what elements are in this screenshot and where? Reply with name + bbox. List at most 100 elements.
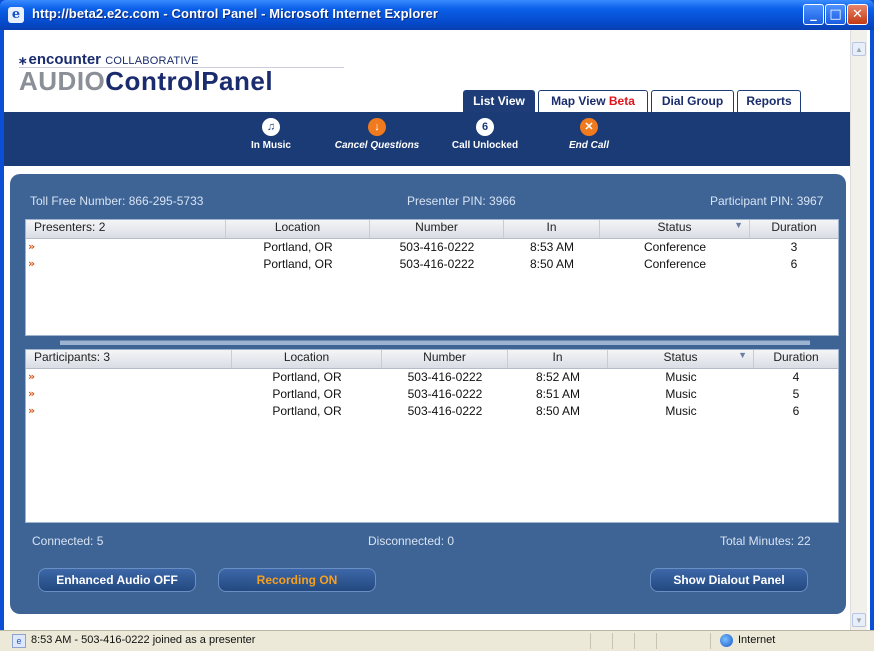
status-message: 8:53 AM - 503-416-0222 joined as a prese… — [31, 634, 256, 646]
status-separator — [590, 633, 591, 649]
table-row[interactable]: » Portland, OR 503-416-0222 8:50 AM Conf… — [26, 257, 838, 274]
row-number: 503-416-0222 — [407, 370, 483, 384]
row-in: 8:50 AM — [529, 257, 575, 271]
close-button[interactable]: ✕ — [847, 4, 868, 25]
in-music-button[interactable]: ♫ In Music — [243, 118, 299, 151]
title-bar: e http://beta2.e2c.com - Control Panel -… — [0, 0, 874, 30]
music-note-icon: ♫ — [262, 118, 280, 136]
call-toolbar: ♫ In Music ↓ Cancel Questions 6 Call Unl… — [4, 112, 850, 166]
row-location: Portland, OR — [263, 257, 333, 271]
globe-icon — [720, 634, 733, 647]
duration-header[interactable]: Duration — [750, 220, 838, 238]
status-separator — [710, 633, 711, 649]
expand-chevron-icon[interactable]: » — [28, 387, 35, 400]
presenters-table-header: Presenters: 2 Location Number In Status … — [26, 220, 838, 239]
cancel-questions-button[interactable]: ↓ Cancel Questions — [326, 118, 428, 151]
participants-table: Participants: 3 Location Number In Statu… — [25, 349, 839, 523]
total-minutes: Total Minutes: 22 — [720, 534, 811, 548]
call-unlocked-button[interactable]: 6 Call Unlocked — [442, 118, 528, 151]
cancel-questions-label: Cancel Questions — [334, 140, 420, 151]
status-header[interactable]: Status ▼ — [600, 220, 750, 238]
number-header[interactable]: Number — [382, 350, 508, 368]
status-bar: e 8:53 AM - 503-416-0222 joined as a pre… — [0, 630, 874, 651]
call-unlocked-label: Call Unlocked — [451, 140, 519, 151]
row-duration: 5 — [792, 387, 800, 401]
tab-map-view[interactable]: Map View Beta — [538, 90, 648, 112]
row-in: 8:52 AM — [535, 370, 581, 384]
scroll-down-icon[interactable]: ▼ — [852, 613, 866, 627]
duration-header[interactable]: Duration — [754, 350, 838, 368]
show-dialout-panel-button[interactable]: Show Dialout Panel — [650, 568, 808, 592]
browser-window: e http://beta2.e2c.com - Control Panel -… — [0, 0, 874, 651]
row-status: Music — [665, 387, 697, 401]
end-call-icon: ✕ — [580, 118, 598, 136]
maximize-button[interactable]: □ — [825, 4, 846, 25]
status-separator — [612, 633, 613, 649]
page-header: ⁎ encounter COLLABORATIVE AUDIOControlPan… — [4, 30, 850, 112]
row-status: Music — [665, 370, 697, 384]
number-header[interactable]: Number — [370, 220, 504, 238]
sort-down-icon: ▼ — [738, 350, 747, 360]
vertical-scrollbar[interactable]: ▲ ▼ — [850, 30, 867, 630]
status-header-label: Status — [663, 350, 698, 364]
tab-map-view-label: Map View — [551, 94, 606, 108]
presenter-pin: Presenter PIN: 3966 — [407, 194, 516, 208]
expand-chevron-icon[interactable]: » — [28, 404, 35, 417]
beta-badge: Beta — [608, 94, 635, 108]
minimize-button[interactable]: _ — [803, 4, 824, 25]
page-icon: e — [12, 634, 26, 648]
table-row[interactable]: » Portland, OR 503-416-0222 8:51 AM Musi… — [26, 387, 838, 404]
presenters-count-header[interactable]: Presenters: 2 — [26, 220, 226, 238]
scroll-up-icon[interactable]: ▲ — [852, 42, 866, 56]
row-location: Portland, OR — [272, 370, 342, 384]
end-call-label: End Call — [568, 140, 609, 151]
unlock-icon: 6 — [476, 118, 494, 136]
row-location: Portland, OR — [272, 404, 342, 418]
tab-list-view[interactable]: List View — [463, 90, 535, 112]
expand-chevron-icon[interactable]: » — [28, 370, 35, 383]
presenters-table: Presenters: 2 Location Number In Status … — [25, 219, 839, 336]
internet-explorer-icon: e — [8, 7, 24, 23]
tab-reports[interactable]: Reports — [737, 90, 801, 112]
status-separator — [656, 633, 657, 649]
row-number: 503-416-0222 — [399, 257, 475, 271]
row-number: 503-416-0222 — [399, 240, 475, 254]
table-row[interactable]: » Portland, OR 503-416-0222 8:53 AM Conf… — [26, 240, 838, 257]
enhanced-audio-button[interactable]: Enhanced Audio OFF — [38, 568, 196, 592]
row-location: Portland, OR — [263, 240, 333, 254]
row-number: 503-416-0222 — [407, 387, 483, 401]
expand-chevron-icon[interactable]: » — [28, 257, 35, 270]
security-zone: Internet — [738, 634, 776, 646]
row-duration: 6 — [790, 257, 798, 271]
row-status: Conference — [643, 257, 707, 271]
in-music-label: In Music — [250, 140, 291, 151]
product-title: AUDIOControlPanel — [19, 66, 273, 97]
tab-dial-group[interactable]: Dial Group — [651, 90, 734, 112]
row-status: Conference — [643, 240, 707, 254]
recording-button[interactable]: Recording ON — [218, 568, 376, 592]
location-header[interactable]: Location — [232, 350, 382, 368]
in-header[interactable]: In — [504, 220, 600, 238]
participant-pin: Participant PIN: 3967 — [710, 194, 824, 208]
status-header-label: Status — [657, 220, 692, 234]
end-call-button[interactable]: ✕ End Call — [559, 118, 619, 151]
row-duration: 3 — [790, 240, 798, 254]
conference-panel: Toll Free Number: 866-295-5733 Presenter… — [10, 174, 846, 614]
row-in: 8:50 AM — [535, 404, 581, 418]
product-title-audio: AUDIO — [19, 66, 106, 96]
table-row[interactable]: » Portland, OR 503-416-0222 8:52 AM Musi… — [26, 370, 838, 387]
row-in: 8:53 AM — [529, 240, 575, 254]
window-title: http://beta2.e2c.com - Control Panel - M… — [32, 6, 439, 21]
connected-count: Connected: 5 — [32, 534, 104, 548]
disconnected-count: Disconnected: 0 — [368, 534, 455, 548]
browser-content: ⁎ encounter COLLABORATIVE AUDIOControlPan… — [4, 30, 870, 630]
status-separator — [634, 633, 635, 649]
grid-splitter[interactable] — [60, 340, 810, 345]
in-header[interactable]: In — [508, 350, 608, 368]
expand-chevron-icon[interactable]: » — [28, 240, 35, 253]
status-header[interactable]: Status ▼ — [608, 350, 754, 368]
table-row[interactable]: » Portland, OR 503-416-0222 8:50 AM Musi… — [26, 404, 838, 421]
participants-count-header[interactable]: Participants: 3 — [26, 350, 232, 368]
location-header[interactable]: Location — [226, 220, 370, 238]
row-number: 503-416-0222 — [407, 404, 483, 418]
